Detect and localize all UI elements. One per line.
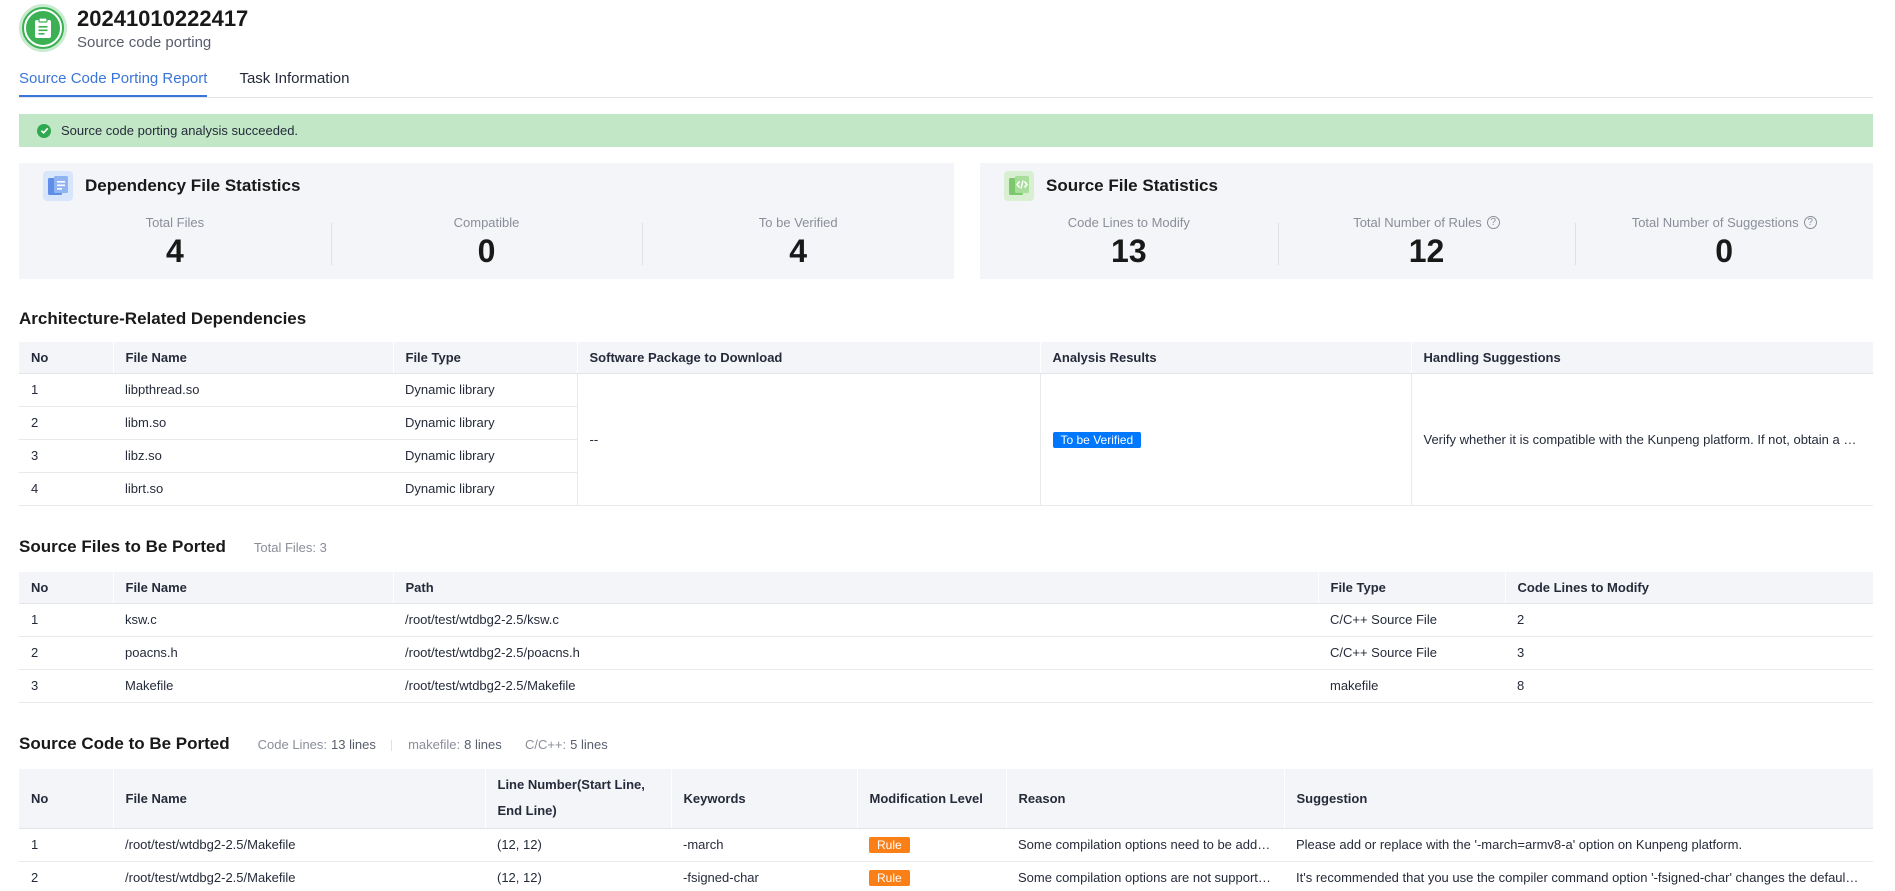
table-row: 2 poacns.h /root/test/wtdbg2-2.5/poacns.… (19, 636, 1873, 670)
table-row: 1 /root/test/wtdbg2-2.5/Makefile (12, 12… (19, 828, 1873, 862)
report-header: 20241010222417 Source code porting (19, 4, 248, 52)
source-files-title: Source Files to Be Ported Total Files: 3 (19, 537, 327, 556)
modification-level-badge: Rule (869, 870, 910, 886)
page-subtitle: Source code porting (77, 33, 212, 51)
code-file-icon (1004, 171, 1034, 201)
clipboard-icon (19, 4, 67, 52)
code-lines-summary: Code Lines: 13 lines makefile: 8 lines C/C… (257, 737, 608, 752)
source-stats-card: Source File Statistics Code Lines to Mod… (980, 163, 1873, 279)
help-icon[interactable]: ? (1803, 216, 1817, 229)
table-row: 2 /root/test/wtdbg2-2.5/Makefile (12, 12… (19, 861, 1873, 891)
dependency-stats-card: Dependency File Statistics Total Files 4… (19, 163, 954, 279)
report-tabs: Source Code Porting Report Task Informat… (19, 70, 1873, 98)
dependency-stats-title: Dependency File Statistics (85, 176, 301, 195)
table-row: 1 libpthread.so Dynamic library -- To be… (19, 373, 1873, 506)
modification-level-badge: Rule (869, 837, 910, 853)
page-title: 20241010222417 (77, 5, 249, 31)
check-circle-icon (37, 123, 51, 138)
stat-compatible: Compatible 0 (330, 215, 643, 270)
dependency-file-icon (43, 171, 73, 201)
analysis-result-cell: To be Verified (1039, 373, 1411, 506)
table-row: 3 Makefile /root/test/wtdbg2-2.5/Makefil… (19, 669, 1873, 703)
tab-task-information[interactable]: Task Information (239, 70, 349, 97)
stat-total-suggestions: Total Number of Suggestions? 0 (1575, 215, 1873, 270)
table-header-row: No File Name Line Number(Start Line, End… (19, 769, 1873, 829)
status-badge: To be Verified (1052, 431, 1142, 448)
arch-deps-table: No File Name File Type Software Package … (19, 342, 1873, 506)
table-header-row: No File Name File Type Software Package … (19, 342, 1873, 374)
source-stats-title: Source File Statistics (1046, 176, 1218, 195)
success-banner: Source code porting analysis succeeded. (19, 114, 1873, 147)
stat-total-files: Total Files 4 (145, 215, 205, 269)
tab-porting-report[interactable]: Source Code Porting Report (19, 70, 208, 97)
total-files-count: Total Files: 3 (253, 540, 327, 555)
stat-code-lines: Code Lines to Modify 13 (1067, 215, 1190, 269)
stat-to-be-verified: To be Verified 4 (642, 215, 954, 270)
source-code-table: No File Name Line Number(Start Line, End… (19, 769, 1873, 891)
source-code-title: Source Code to Be Ported Code Lines: 13 l… (19, 734, 608, 753)
arch-deps-title: Architecture-Related Dependencies (19, 309, 307, 328)
source-files-table: No File Name Path File Type Code Lines t… (19, 572, 1873, 703)
banner-text: Source code porting analysis succeeded. (61, 123, 299, 138)
table-header-row: No File Name Path File Type Code Lines t… (19, 572, 1873, 604)
stat-total-rules: Total Number of Rules? 12 (1277, 215, 1576, 270)
handling-suggestion-cell: Verify whether it is compatible with the… (1410, 373, 1873, 506)
table-row: 1 ksw.c /root/test/wtdbg2-2.5/ksw.c C/C+… (19, 603, 1873, 637)
package-cell: -- (576, 373, 1040, 506)
help-icon[interactable]: ? (1486, 216, 1500, 229)
